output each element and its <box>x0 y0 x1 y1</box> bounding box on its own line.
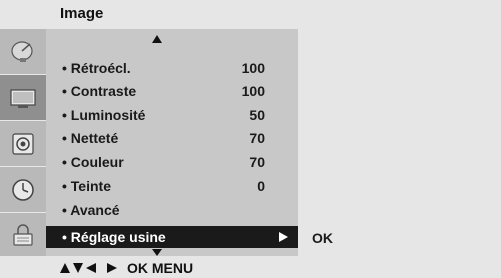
menu-item-label: • Réglage usine <box>62 229 166 245</box>
navigation-hints: OK MENU <box>60 261 193 275</box>
scroll-up-arrow-icon[interactable] <box>152 35 162 43</box>
sidebar-item-channel[interactable] <box>0 29 46 74</box>
menu-item-label: • Luminosité <box>62 107 146 123</box>
satellite-dish-icon <box>11 40 33 62</box>
reset-ok-option[interactable]: OK <box>312 227 333 249</box>
left-arrow-icon <box>86 263 96 273</box>
submenu-arrow-icon <box>279 232 288 242</box>
sidebar-item-lock[interactable] <box>0 213 46 256</box>
submenu-panel <box>298 29 501 256</box>
menu-item-avance[interactable]: • Avancé <box>46 199 298 221</box>
sidebar-item-audio[interactable] <box>0 121 46 166</box>
menu-item-nettete[interactable]: • Netteté 70 <box>46 127 298 149</box>
menu-item-contraste[interactable]: • Contraste 100 <box>46 80 298 102</box>
scroll-down-arrow-icon[interactable] <box>152 249 162 256</box>
title-bar: Image <box>0 0 501 29</box>
menu-item-value: 100 <box>241 60 265 76</box>
sidebar-item-time[interactable] <box>0 167 46 212</box>
menu-item-value: 0 <box>257 178 265 194</box>
menu-item-teinte[interactable]: • Teinte 0 <box>46 175 298 197</box>
menu-item-label: • Couleur <box>62 154 124 170</box>
speaker-icon <box>12 132 34 155</box>
navigation-help-bar: OK MENU <box>0 256 501 278</box>
down-arrow-icon <box>73 263 83 273</box>
menu-item-retroeclairage[interactable]: • Rétroécl. 100 <box>46 57 298 79</box>
osd-screen: Image • Rétroécl. 100 • Contraste 100 • … <box>0 0 501 278</box>
right-arrow-icon <box>107 263 117 273</box>
menu-title: Image <box>60 5 104 22</box>
menu-item-label: • Avancé <box>62 202 120 218</box>
category-sidebar <box>0 29 46 256</box>
tv-screen-icon <box>10 88 36 108</box>
menu-item-label: • Contraste <box>62 83 137 99</box>
menu-item-value: 70 <box>249 130 265 146</box>
sidebar-item-picture[interactable] <box>0 75 46 120</box>
menu-item-reglage-usine[interactable]: • Réglage usine <box>46 226 298 248</box>
menu-item-value: 100 <box>241 83 265 99</box>
menu-item-luminosite[interactable]: • Luminosité 50 <box>46 104 298 126</box>
menu-item-value: 70 <box>249 154 265 170</box>
up-arrow-icon <box>60 263 70 273</box>
menu-item-label: • Teinte <box>62 178 111 194</box>
menu-item-label: • Rétroécl. <box>62 60 131 76</box>
menu-item-value: 50 <box>249 107 265 123</box>
nav-hint-text: OK MENU <box>127 260 194 276</box>
menu-item-couleur[interactable]: • Couleur 70 <box>46 151 298 173</box>
lock-icon <box>13 223 33 246</box>
menu-item-label: • Netteté <box>62 130 119 146</box>
clock-icon <box>12 178 34 201</box>
